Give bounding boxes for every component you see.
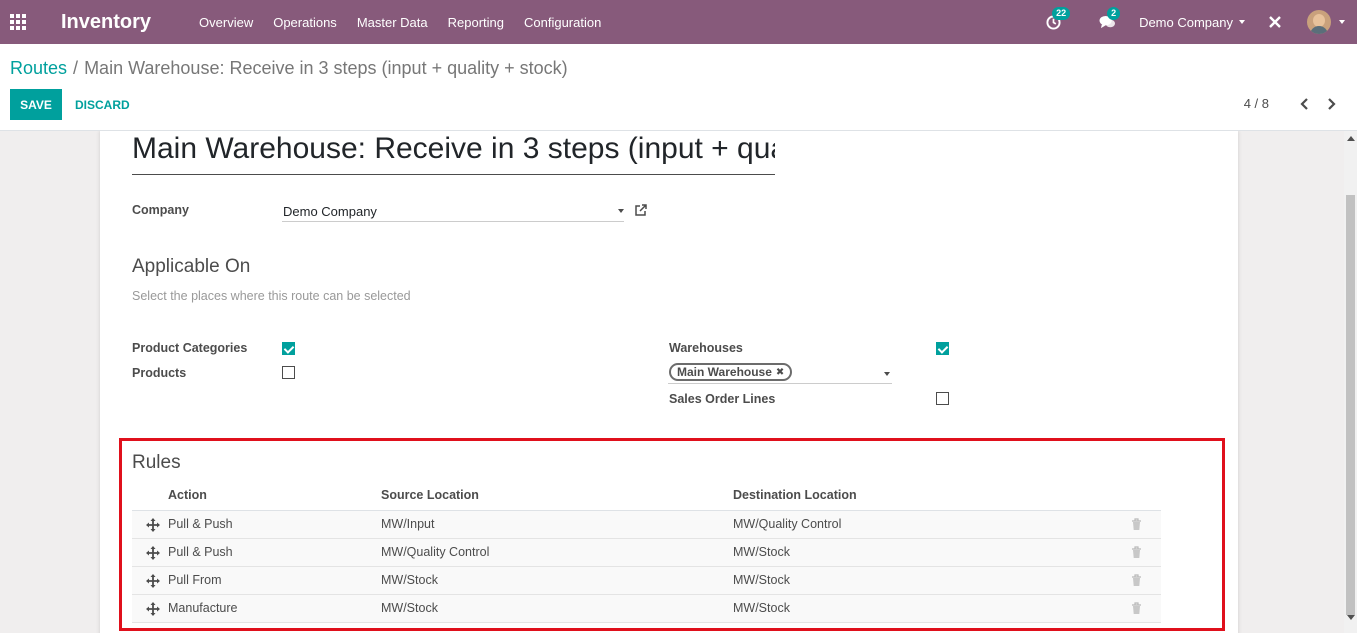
form-view: Main Warehouse: Receive in 3 steps (inpu… xyxy=(0,131,1344,633)
drag-handle-icon[interactable] xyxy=(146,546,160,560)
trash-icon[interactable] xyxy=(1131,518,1142,531)
rule-action[interactable]: Manufacture xyxy=(168,601,237,615)
dropdown-caret-icon xyxy=(618,209,624,213)
product-categories-checkbox[interactable] xyxy=(282,342,295,355)
sales-order-lines-label: Sales Order Lines xyxy=(669,392,776,406)
breadcrumb-current: Main Warehouse: Receive in 3 steps (inpu… xyxy=(84,58,568,78)
vertical-scrollbar[interactable] xyxy=(1344,131,1357,633)
breadcrumb: Routes / Main Warehouse: Receive in 3 step… xyxy=(10,58,568,79)
warehouses-checkbox[interactable] xyxy=(936,342,949,355)
rule-destination-location[interactable]: MW/Stock xyxy=(733,601,790,615)
table-row[interactable]: Pull From MW/Stock MW/Stock xyxy=(132,567,1161,595)
activity-button[interactable]: 22 xyxy=(1043,7,1071,32)
external-link-icon[interactable] xyxy=(634,203,648,217)
warehouse-tag-label: Main Warehouse xyxy=(677,365,772,379)
rule-destination-location[interactable]: MW/Stock xyxy=(733,545,790,559)
rule-source-location[interactable]: MW/Stock xyxy=(381,601,438,615)
column-action[interactable]: Action xyxy=(168,488,207,502)
scroll-up-arrow-icon[interactable] xyxy=(1347,136,1355,141)
menu-master-data[interactable]: Master Data xyxy=(357,15,428,30)
discard-button[interactable]: DISCARD xyxy=(70,89,135,120)
app-title[interactable]: Inventory xyxy=(61,11,151,34)
products-checkbox[interactable] xyxy=(282,366,295,379)
table-row[interactable]: Manufacture MW/Stock MW/Stock xyxy=(132,595,1161,623)
trash-icon[interactable] xyxy=(1131,574,1142,587)
chevron-down-icon xyxy=(1239,20,1245,24)
chevron-right-icon xyxy=(1328,97,1336,110)
table-row[interactable]: Pull & Push MW/Input MW/Quality Control xyxy=(132,511,1161,539)
company-field[interactable]: Demo Company xyxy=(282,202,624,222)
pager-previous-button[interactable] xyxy=(1297,97,1311,111)
warehouses-field[interactable]: Main Warehouse ✖ xyxy=(668,363,892,384)
chevron-left-icon xyxy=(1300,97,1308,110)
pager: 4 / 8 xyxy=(1244,96,1339,111)
company-field-value: Demo Company xyxy=(283,204,377,219)
menu-configuration[interactable]: Configuration xyxy=(524,15,601,30)
messages-button[interactable]: 2 xyxy=(1097,7,1121,32)
sales-order-lines-checkbox[interactable] xyxy=(936,392,949,405)
company-switcher[interactable]: Demo Company xyxy=(1139,15,1245,30)
rule-source-location[interactable]: MW/Quality Control xyxy=(381,545,489,559)
rule-destination-location[interactable]: MW/Stock xyxy=(733,573,790,587)
rule-source-location[interactable]: MW/Stock xyxy=(381,573,438,587)
column-destination-location[interactable]: Destination Location xyxy=(733,488,857,502)
warehouse-tag: Main Warehouse ✖ xyxy=(669,363,793,381)
menu-overview[interactable]: Overview xyxy=(199,15,253,30)
debug-tools-button[interactable] xyxy=(1265,12,1285,32)
column-source-location[interactable]: Source Location xyxy=(381,488,479,502)
company-name: Demo Company xyxy=(1139,14,1233,30)
product-categories-label: Product Categories xyxy=(132,341,248,355)
rule-action[interactable]: Pull From xyxy=(168,573,221,587)
pager-next-button[interactable] xyxy=(1325,97,1339,111)
form-sheet: Main Warehouse: Receive in 3 steps (inpu… xyxy=(100,131,1238,633)
top-navbar: Inventory Overview Operations Master Dat… xyxy=(0,0,1357,44)
company-label: Company xyxy=(132,203,189,217)
drag-handle-icon[interactable] xyxy=(146,518,160,532)
control-panel: Routes / Main Warehouse: Receive in 3 step… xyxy=(0,44,1357,131)
drag-handle-icon[interactable] xyxy=(146,574,160,588)
save-button[interactable]: SAVE xyxy=(10,89,62,120)
debug-tools-icon xyxy=(1269,16,1281,28)
rule-action[interactable]: Pull & Push xyxy=(168,545,233,559)
breadcrumb-separator: / xyxy=(73,58,79,78)
applicable-on-help: Select the places where this route can b… xyxy=(132,289,411,303)
menu-operations[interactable]: Operations xyxy=(273,15,337,30)
rule-action[interactable]: Pull & Push xyxy=(168,517,233,531)
user-menu-chevron-icon[interactable] xyxy=(1339,20,1345,24)
warehouses-label: Warehouses xyxy=(669,341,743,355)
rule-destination-location[interactable]: MW/Quality Control xyxy=(733,517,841,531)
remove-tag-icon[interactable]: ✖ xyxy=(776,367,784,378)
activity-count-badge: 22 xyxy=(1052,7,1071,20)
menu-reporting[interactable]: Reporting xyxy=(448,15,504,30)
user-avatar[interactable] xyxy=(1307,10,1331,34)
dropdown-caret-icon xyxy=(884,372,890,376)
rules-table-header: Action Source Location Destination Locat… xyxy=(132,481,1161,511)
trash-icon[interactable] xyxy=(1131,602,1142,615)
rule-source-location[interactable]: MW/Input xyxy=(381,517,435,531)
rules-table: Action Source Location Destination Locat… xyxy=(132,481,1161,623)
trash-icon[interactable] xyxy=(1131,546,1142,559)
products-label: Products xyxy=(132,366,187,380)
pager-value[interactable]: 4 / 8 xyxy=(1244,96,1269,111)
apps-grid-icon[interactable] xyxy=(10,12,30,32)
rules-title: Rules xyxy=(132,452,181,473)
table-row[interactable]: Pull & Push MW/Quality Control MW/Stock xyxy=(132,539,1161,567)
scroll-thumb[interactable] xyxy=(1346,195,1355,615)
route-name-input[interactable]: Main Warehouse: Receive in 3 steps (inpu… xyxy=(132,131,775,175)
breadcrumb-routes-link[interactable]: Routes xyxy=(10,58,67,78)
scroll-down-arrow-icon[interactable] xyxy=(1347,615,1355,620)
applicable-on-title: Applicable On xyxy=(132,256,251,277)
messages-count-badge: 2 xyxy=(1107,7,1121,20)
drag-handle-icon[interactable] xyxy=(146,602,160,616)
